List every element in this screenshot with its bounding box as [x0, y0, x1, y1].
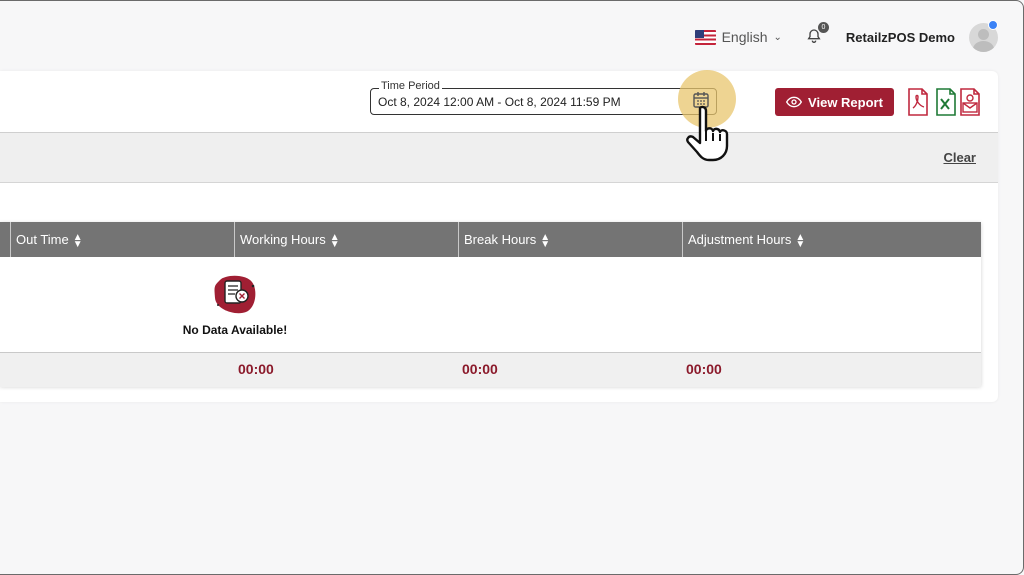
sort-icon: ▲ ▼: [795, 231, 806, 250]
total-adjustment-hours: 00:00: [686, 361, 722, 377]
column-header-working-hours[interactable]: Working Hours ▲ ▼: [234, 222, 458, 257]
top-bar: English ⌄ 0 RetailzPOS Demo: [694, 20, 998, 54]
sort-icon: ▲ ▼: [72, 231, 83, 250]
email-export-icon[interactable]: [958, 88, 982, 116]
username[interactable]: RetailzPOS Demo: [846, 30, 955, 45]
table-footer-totals: 00:00 00:00 00:00: [0, 352, 981, 387]
empty-state: No Data Available!: [160, 274, 310, 337]
view-report-label: View Report: [808, 94, 883, 110]
eye-icon: [786, 96, 803, 108]
sort-icon: ▲ ▼: [329, 231, 340, 250]
column-header-break-hours[interactable]: Break Hours ▲ ▼: [458, 222, 682, 257]
column-header-out-time[interactable]: Out Time ▲ ▼: [10, 222, 234, 257]
total-working-hours: 00:00: [238, 361, 274, 377]
report-toolbar: Time Period Oct 8, 2024 12:00 AM - Oct 8…: [0, 71, 998, 133]
online-status-dot: [988, 20, 998, 30]
pdf-export-icon[interactable]: [906, 88, 930, 116]
no-data-message: No Data Available!: [182, 323, 288, 337]
no-data-icon: [214, 275, 256, 314]
notification-count: 0: [817, 22, 829, 33]
sort-icon: ▲ ▼: [540, 231, 551, 250]
view-report-button[interactable]: View Report: [775, 88, 894, 116]
chevron-down-icon: ⌄: [773, 31, 782, 43]
language-selector[interactable]: English ⌄: [694, 29, 782, 45]
time-period-field[interactable]: Time Period Oct 8, 2024 12:00 AM - Oct 8…: [370, 80, 717, 115]
excel-export-icon[interactable]: [934, 88, 958, 116]
us-flag-icon: [694, 29, 716, 45]
notification-button[interactable]: 0: [806, 22, 829, 46]
time-period-value: Oct 8, 2024 12:00 AM - Oct 8, 2024 11:59…: [378, 95, 621, 109]
report-table: Out Time ▲ ▼ Working Hours ▲ ▼ Break Hours ▲ ▼…: [0, 222, 981, 387]
clear-filters-link[interactable]: Clear: [943, 150, 976, 165]
language-label: English: [721, 29, 768, 45]
time-period-label: Time Period: [379, 80, 442, 92]
table-header: Out Time ▲ ▼ Working Hours ▲ ▼ Break Hours ▲ ▼…: [0, 222, 981, 257]
total-break-hours: 00:00: [462, 361, 498, 377]
hand-pointer-icon: [686, 105, 729, 162]
column-header-adjustment-hours[interactable]: Adjustment Hours ▲ ▼: [682, 222, 981, 257]
report-card: Time Period Oct 8, 2024 12:00 AM - Oct 8…: [0, 71, 998, 402]
filter-bar: Clear: [0, 133, 998, 183]
